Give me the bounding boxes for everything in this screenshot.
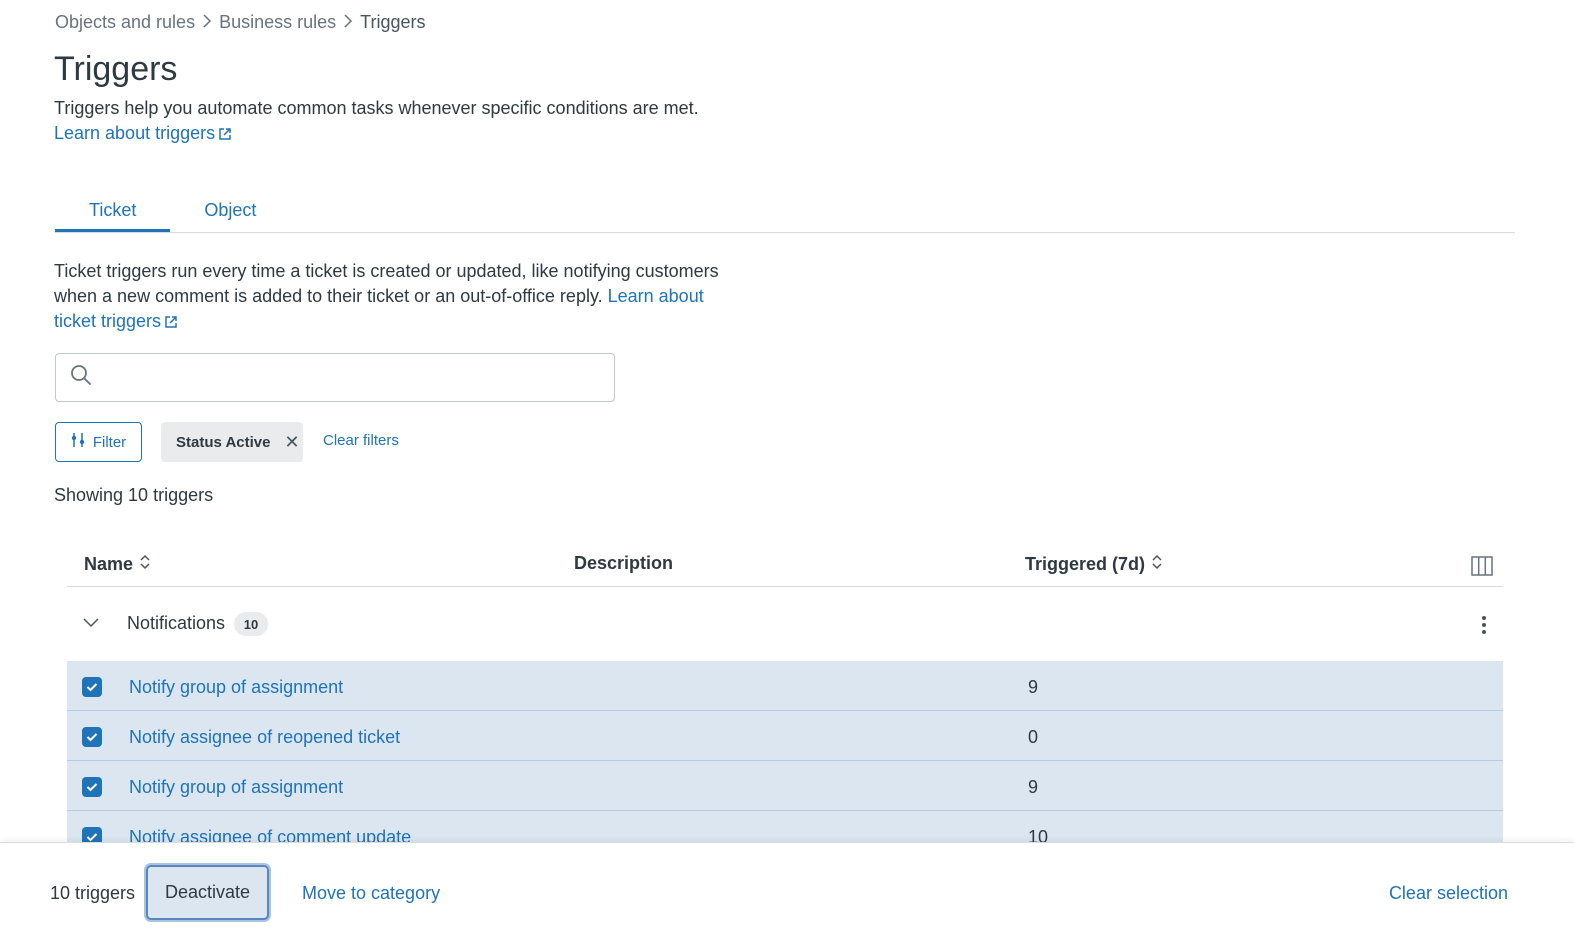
table-row: Notify group of assignment 9 xyxy=(67,661,1503,711)
table-row: Notify group of assignment 9 xyxy=(67,761,1503,811)
column-header-description: Description xyxy=(574,553,673,574)
learn-about-triggers-label: Learn about triggers xyxy=(54,123,216,143)
close-icon[interactable]: ✕ xyxy=(284,432,299,453)
search-input[interactable] xyxy=(102,354,614,401)
results-count: Showing 10 triggers xyxy=(54,485,214,505)
trigger-name-link[interactable]: Notify assignee of reopened ticket xyxy=(129,727,400,748)
checkmark-icon xyxy=(86,683,98,692)
search-icon xyxy=(70,364,92,391)
status-filter-chip: Status Active ✕ xyxy=(161,422,303,462)
column-header-name-label: Name xyxy=(84,554,134,574)
tab-list: Ticket Object xyxy=(55,190,1515,233)
triggers-table: Name Description Triggered (7d) Notifica… xyxy=(67,540,1503,861)
filter-button-label: Filter xyxy=(92,433,127,451)
sort-icon xyxy=(1151,553,1163,576)
column-header-name[interactable]: Name xyxy=(84,553,151,576)
row-checkbox[interactable] xyxy=(82,727,102,747)
group-count-badge: 10 xyxy=(234,612,268,636)
column-header-description-label: Description xyxy=(574,553,674,573)
page-title: Triggers xyxy=(54,50,178,88)
checkmark-icon xyxy=(86,833,98,842)
move-to-category-button[interactable]: Move to category xyxy=(302,883,440,904)
row-checkbox[interactable] xyxy=(82,677,102,697)
external-link-icon xyxy=(164,311,178,336)
tab-ticket[interactable]: Ticket xyxy=(55,190,171,232)
breadcrumb: Objects and rules Business rules Trigger… xyxy=(55,12,426,33)
external-link-icon xyxy=(218,123,232,148)
filter-button[interactable]: Filter xyxy=(55,422,142,462)
group-name: Notifications xyxy=(127,613,226,633)
clear-selection-button[interactable]: Clear selection xyxy=(1389,883,1508,904)
sort-icon xyxy=(139,553,151,576)
row-checkbox[interactable] xyxy=(82,777,102,797)
chevron-right-icon xyxy=(340,12,356,33)
checkmark-icon xyxy=(86,783,98,792)
trigger-name-link[interactable]: Notify group of assignment xyxy=(129,677,343,698)
trigger-name-link[interactable]: Notify group of assignment xyxy=(129,777,343,798)
columns-icon[interactable] xyxy=(1471,556,1493,581)
group-row-notifications: Notifications 10 xyxy=(67,587,1503,661)
bulk-action-bar: 10 triggers Deactivate Move to category … xyxy=(0,842,1574,944)
deactivate-button[interactable]: Deactivate xyxy=(146,865,269,920)
triggered-count: 9 xyxy=(1028,777,1039,797)
breadcrumb-business-rules[interactable]: Business rules xyxy=(219,12,336,33)
column-header-triggered[interactable]: Triggered (7d) xyxy=(1025,553,1163,576)
search-field[interactable] xyxy=(55,353,615,402)
triggered-count: 9 xyxy=(1028,677,1039,697)
selected-count: 10 triggers xyxy=(50,883,136,903)
triggered-count: 0 xyxy=(1028,727,1039,747)
status-filter-chip-label: Status Active xyxy=(176,433,271,451)
table-header: Name Description Triggered (7d) xyxy=(67,540,1503,587)
more-options-icon[interactable] xyxy=(1481,615,1487,640)
page-description: Triggers help you automate common tasks … xyxy=(54,96,744,148)
breadcrumb-objects-and-rules[interactable]: Objects and rules xyxy=(55,12,195,33)
column-header-triggered-label: Triggered (7d) xyxy=(1025,554,1146,574)
checkmark-icon xyxy=(86,733,98,742)
chevron-right-icon xyxy=(199,12,215,33)
breadcrumb-current: Triggers xyxy=(360,12,426,32)
page-description-text: Triggers help you automate common tasks … xyxy=(54,98,699,118)
ticket-triggers-description: Ticket triggers run every time a ticket … xyxy=(54,259,734,336)
tab-object[interactable]: Object xyxy=(170,190,290,232)
filter-sliders-icon xyxy=(71,432,85,452)
clear-filters-link[interactable]: Clear filters xyxy=(323,432,399,449)
learn-about-triggers-link[interactable]: Learn about triggers xyxy=(54,123,232,143)
chevron-down-icon[interactable] xyxy=(83,615,99,633)
table-row: Notify assignee of reopened ticket 0 xyxy=(67,711,1503,761)
